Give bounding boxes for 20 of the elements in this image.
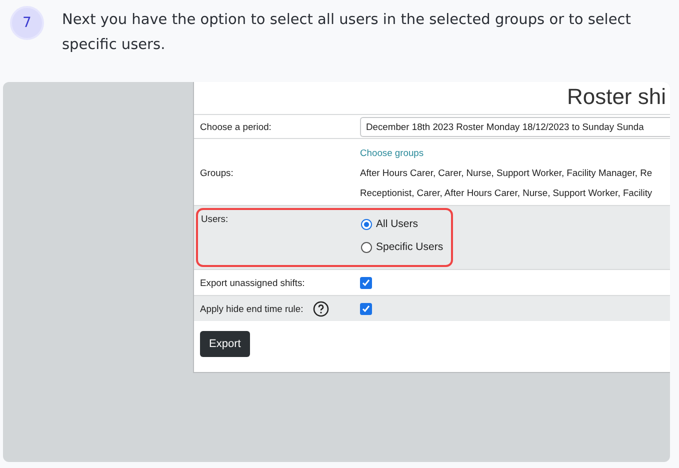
step-text: Next you have the option to select all users in the selected groups or to select specific users. (62, 11, 632, 55)
radio-icon[interactable] (361, 218, 372, 230)
help-icon[interactable] (313, 300, 330, 316)
checkbox[interactable] (360, 302, 372, 314)
radio-icon[interactable] (361, 242, 372, 252)
checkbox[interactable] (360, 276, 372, 288)
field-label: Apply hide end time rule: (200, 303, 304, 314)
groups-text: After Hours Carer, Carer, Nurse, Support Worker, Facility Manager, Re (360, 166, 654, 178)
radio-option[interactable]: Specific Users (361, 241, 444, 253)
export-button[interactable]: Export (200, 331, 250, 357)
groups-text: Receptionist, Carer, After Hours Carer, Nurse, Support Worker, Facility (360, 186, 654, 198)
choose-groups-link[interactable]: Choose groups (360, 146, 670, 158)
step-number: 7 (10, 6, 44, 40)
radio-option[interactable]: All Users (361, 218, 418, 230)
field-label: Export unassigned shifts: (200, 277, 305, 288)
field-label: Groups: (200, 166, 234, 178)
period-select[interactable]: December 18th 2023 Roster Monday 18/12/2023 to Sunday Sunda (360, 116, 670, 136)
field-label: Choose a period: (200, 121, 272, 132)
page-heading: Roster shi (566, 84, 667, 111)
field-label: Users: (201, 213, 230, 224)
